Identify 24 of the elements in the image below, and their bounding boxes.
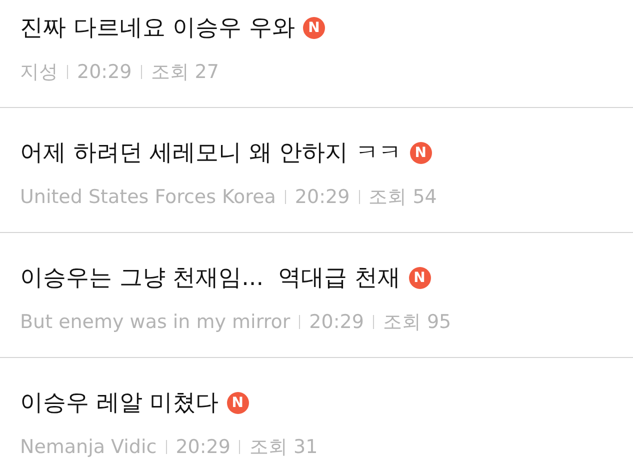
author-name: Nemanja Vidic: [20, 435, 157, 460]
post-row[interactable]: 이승우는 그냥 천재임... 역대급 천재 N But enemy was in my mirror 20:29 조회 95: [0, 233, 633, 358]
post-time: 20:29: [294, 185, 350, 210]
author-name: United States Forces Korea: [20, 185, 276, 210]
post-time: 20:29: [77, 60, 132, 85]
post-row[interactable]: 이승우 레알 미쳤다 N Nemanja Vidic 20:29 조회 31: [0, 358, 633, 464]
post-time: 20:29: [176, 435, 230, 460]
post-title: 진짜 다르네요 이승우 우와: [20, 14, 295, 43]
view-count: 조회 27: [150, 60, 219, 85]
view-count: 조회 95: [382, 310, 452, 335]
post-title: 이승우는 그냥 천재임... 역대급 천재: [20, 264, 400, 293]
view-count: 조회 54: [368, 185, 437, 210]
post-title: 이승우 레알 미쳤다: [20, 389, 219, 418]
new-badge: N: [410, 142, 432, 164]
author-name: But enemy was in my mirror: [20, 310, 290, 335]
new-badge: N: [408, 267, 430, 289]
post-row[interactable]: 어제 하려던 세레모니 왜 안하지 ㅋㅋ N United States Forces Korea 20:29 조회 54: [0, 108, 633, 233]
post-title: 어제 하려던 세레모니 왜 안하지 ㅋㅋ: [20, 139, 402, 168]
post-time: 20:29: [309, 310, 364, 335]
post-row[interactable]: 진짜 다르네요 이승우 우와 N 지성 20:29 조회 27: [0, 0, 633, 108]
new-badge: N: [302, 17, 325, 39]
author-name: 지성: [20, 60, 58, 85]
new-badge: N: [226, 392, 249, 414]
view-count: 조회 31: [249, 435, 318, 460]
